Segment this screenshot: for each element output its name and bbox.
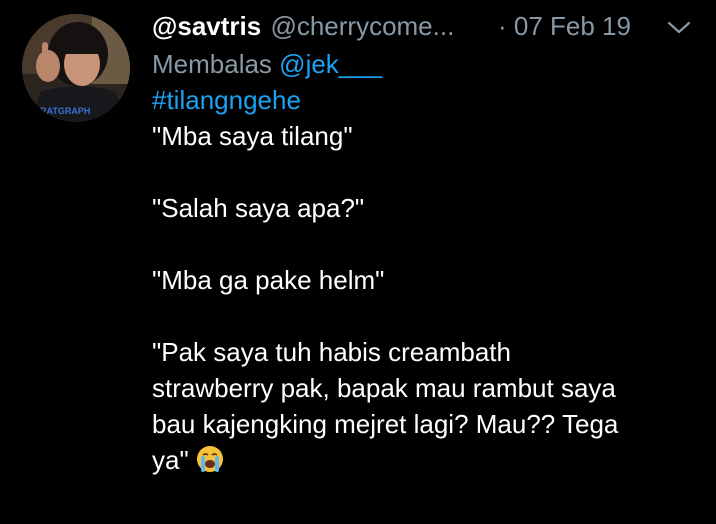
tweet-line: "Pak saya tuh habis creambath bbox=[152, 337, 511, 367]
loudly-crying-face-icon bbox=[196, 446, 223, 472]
avatar[interactable]: RATGRAPH bbox=[22, 14, 130, 122]
tweet-line: "Salah saya apa?" bbox=[152, 193, 365, 223]
tweet-content: @savtris @cherrycome... · 07 Feb 19 Memb… bbox=[152, 6, 697, 478]
reply-prefix: Membalas bbox=[152, 49, 272, 79]
hashtag-link[interactable]: #tilangngehe bbox=[152, 82, 697, 118]
tweet[interactable]: RATGRAPH @savtris @cherrycome... · 07 Fe… bbox=[0, 0, 716, 524]
tweet-line: ya" bbox=[152, 445, 189, 475]
display-name[interactable]: @savtris bbox=[152, 11, 261, 41]
tweet-header: @savtris @cherrycome... · 07 Feb 19 bbox=[152, 6, 697, 46]
tweet-line: strawberry pak, bapak mau rambut saya bbox=[152, 373, 616, 403]
chevron-down-icon[interactable] bbox=[666, 20, 692, 36]
user-handle[interactable]: @cherrycome... bbox=[270, 11, 454, 41]
tweet-date[interactable]: · 07 Feb 19 bbox=[498, 6, 631, 46]
tweet-text: #tilangngehe "Mba saya tilang" "Salah sa… bbox=[152, 82, 697, 478]
reply-context: Membalas @jek___ bbox=[152, 46, 697, 82]
tweet-line: "Mba saya tilang" bbox=[152, 121, 353, 151]
tweet-last-line: ya" bbox=[152, 442, 697, 478]
avatar-shirt-text: RATGRAPH bbox=[40, 106, 90, 116]
tweet-line: bau kajengking mejret lagi? Mau?? Tega bbox=[152, 409, 619, 439]
reply-mention-link[interactable]: @jek___ bbox=[279, 49, 382, 79]
tweet-line: "Mba ga pake helm" bbox=[152, 265, 385, 295]
